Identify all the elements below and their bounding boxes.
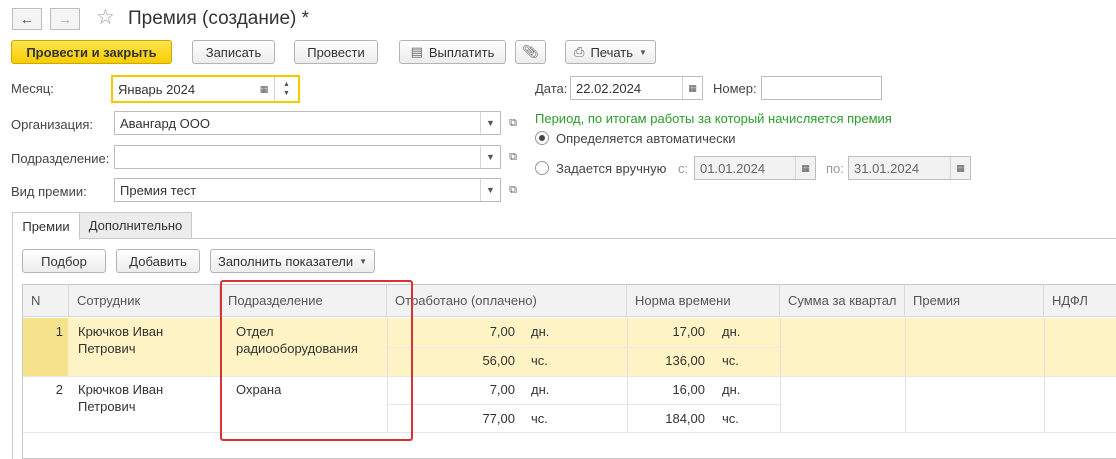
month-label: Месяц:	[11, 81, 54, 96]
employee-name-line2: Петрович	[78, 341, 136, 356]
radio-manual[interactable]	[535, 161, 549, 175]
tab-additional[interactable]: Дополнительно	[79, 212, 192, 239]
department-field[interactable]: ▼	[114, 145, 501, 169]
print-button[interactable]: ⎙ Печать ▼	[565, 40, 656, 64]
worked-days: 7,00	[489, 324, 515, 339]
radio-auto-label[interactable]: Определяется автоматически	[556, 131, 736, 147]
organization-label: Организация:	[11, 117, 94, 132]
from-label: с:	[678, 161, 689, 176]
open-icon[interactable]: ⧉	[503, 146, 523, 168]
column-header-ndfl[interactable]: НДФЛ	[1044, 285, 1116, 317]
column-header-n[interactable]: N	[23, 285, 69, 317]
norm-days: 16,00	[672, 382, 705, 397]
spinner-icon[interactable]: ▲ ▼	[274, 77, 298, 101]
radio-manual-label[interactable]: Задается вручную	[556, 161, 666, 177]
fill-indicators-button[interactable]: Заполнить показатели ▼	[210, 249, 375, 273]
forward-button[interactable]: →	[50, 8, 80, 30]
page-title: Премия (создание) *	[128, 8, 310, 29]
from-date-field[interactable]: 01.01.2024 ▦	[694, 156, 816, 180]
post-and-close-button[interactable]: Провести и закрыть	[11, 40, 172, 64]
norm-hours: 184,00	[665, 411, 705, 426]
to-label: по:	[826, 161, 844, 176]
employee-name-line2: Петрович	[78, 399, 136, 414]
date-label: Дата:	[535, 81, 568, 96]
bonus-type-value: Премия тест	[120, 182, 197, 198]
number-label: Номер:	[713, 81, 757, 96]
pay-button-label: Выплатить	[428, 44, 495, 60]
row-number: 2	[55, 382, 63, 397]
printer-icon: ⎙	[574, 44, 585, 59]
employee-name: Крючков Иван	[78, 382, 164, 397]
attach-button[interactable]: 📎︎	[515, 40, 546, 64]
highlight-box	[220, 280, 413, 441]
radio-auto[interactable]	[535, 131, 549, 145]
arrow-right-icon: →	[58, 11, 72, 27]
norm-days: 17,00	[672, 324, 705, 339]
add-button[interactable]: Добавить	[116, 249, 200, 273]
organization-field[interactable]: Авангард ООО ▼	[114, 111, 501, 135]
chevron-down-icon[interactable]: ▼	[480, 179, 500, 201]
date-field[interactable]: 22.02.2024 ▦	[570, 76, 703, 100]
worked-hours: 56,00	[482, 353, 515, 368]
chevron-down-icon[interactable]: ▼	[480, 112, 500, 134]
column-header-quarter-sum[interactable]: Сумма за квартал	[780, 285, 905, 317]
column-header-employee[interactable]: Сотрудник	[69, 285, 220, 317]
column-header-worked[interactable]: Отработано (оплачено)	[387, 285, 627, 317]
document-icon: ▤	[410, 44, 423, 59]
month-field[interactable]: Январь 2024 ▦ ▲ ▼	[111, 75, 300, 103]
paperclip-icon: 📎︎	[522, 44, 539, 59]
calendar-icon[interactable]: ▦	[254, 77, 274, 101]
worked-hours: 77,00	[482, 411, 515, 426]
star-icon[interactable]: ☆	[96, 6, 115, 30]
to-date-field[interactable]: 31.01.2024 ▦	[848, 156, 971, 180]
calendar-icon[interactable]: ▦	[950, 157, 970, 179]
from-date-value: 01.01.2024	[700, 160, 766, 176]
worked-days: 7,00	[489, 382, 515, 397]
month-value: Январь 2024	[118, 81, 196, 97]
pay-button[interactable]: ▤ Выплатить	[399, 40, 506, 64]
norm-days-unit: дн.	[722, 324, 741, 339]
column-header-bonus[interactable]: Премия	[905, 285, 1044, 317]
worked-hours-unit: чс.	[531, 411, 548, 426]
worked-hours-unit: чс.	[531, 353, 548, 368]
employee-name: Крючков Иван	[78, 324, 164, 339]
number-field[interactable]	[761, 76, 882, 100]
norm-hours-unit: чс.	[722, 411, 739, 426]
worked-days-unit: дн.	[531, 324, 550, 339]
department-label: Подразделение:	[11, 151, 110, 166]
to-date-value: 31.01.2024	[854, 160, 920, 176]
calendar-icon[interactable]: ▦	[682, 77, 702, 99]
bonus-type-field[interactable]: Премия тест ▼	[114, 178, 501, 202]
pick-button[interactable]: Подбор	[22, 249, 106, 273]
worked-days-unit: дн.	[531, 382, 550, 397]
bonus-table: N Сотрудник Подразделение Отработано (оп…	[22, 284, 1116, 459]
print-button-label: Печать	[590, 44, 634, 60]
period-hint: Период, по итогам работы за который начи…	[535, 111, 892, 126]
organization-value: Авангард ООО	[120, 115, 210, 131]
norm-hours-unit: чс.	[722, 353, 739, 368]
tab-bonuses[interactable]: Премии	[12, 212, 80, 240]
back-button[interactable]: ←	[12, 8, 42, 30]
chevron-down-icon[interactable]: ▼	[480, 146, 500, 168]
column-header-norm[interactable]: Норма времени	[627, 285, 780, 317]
date-value: 22.02.2024	[576, 80, 642, 96]
open-icon[interactable]: ⧉	[503, 112, 523, 134]
calendar-icon[interactable]: ▦	[795, 157, 815, 179]
save-button[interactable]: Записать	[192, 40, 275, 64]
norm-days-unit: дн.	[722, 382, 741, 397]
arrow-left-icon: ←	[20, 11, 34, 27]
bonus-type-label: Вид премии:	[11, 184, 87, 199]
chevron-down-icon: ▼	[639, 47, 647, 57]
norm-hours: 136,00	[665, 353, 705, 368]
chevron-down-icon: ▼	[359, 256, 368, 266]
fill-indicators-label: Заполнить показатели	[217, 253, 354, 269]
row-number: 1	[55, 324, 63, 339]
post-button[interactable]: Провести	[294, 40, 378, 64]
open-icon[interactable]: ⧉	[503, 179, 523, 201]
